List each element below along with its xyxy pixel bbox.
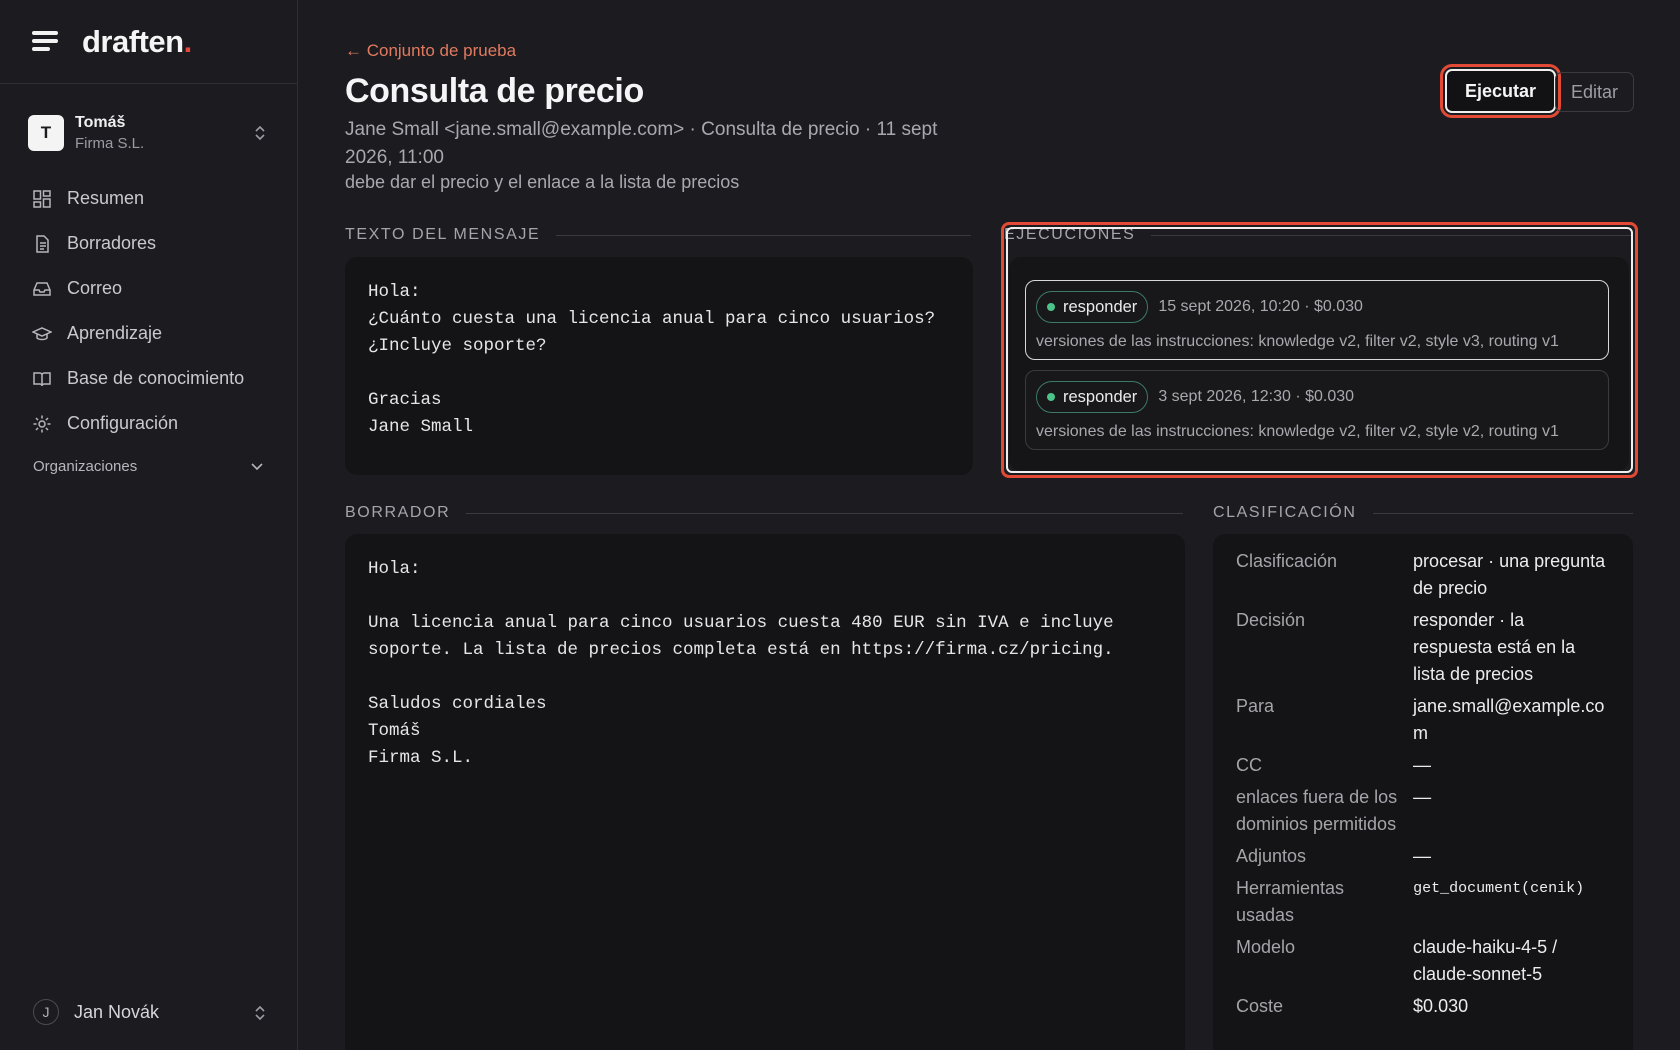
status-dot-icon bbox=[1047, 303, 1055, 311]
sidebar-item-borradores[interactable]: Borradores bbox=[0, 221, 297, 266]
sidebar-item-label: Base de conocimiento bbox=[67, 368, 245, 388]
back-link[interactable]: ← Conjunto de prueba bbox=[345, 41, 516, 61]
organizations-label: Organizaciones bbox=[33, 458, 138, 475]
sidebar-item-label: Configuración bbox=[67, 413, 179, 433]
message-body: Hola: ¿Cuánto cuesta una licencia anual … bbox=[368, 282, 936, 437]
run-item[interactable]: responder 3 sept 2026, 12:30 · $0.030 ve… bbox=[1025, 370, 1609, 450]
sidebar-item-configuracion[interactable]: Configuración bbox=[0, 401, 297, 446]
kv-row: Modelo claude-haiku-4-5 / claude-sonnet-5 bbox=[1236, 937, 1558, 984]
message-panel: Hola: ¿Cuánto cuesta una licencia anual … bbox=[345, 257, 973, 475]
kv-row: enlaces fuera de los dominios permitidos… bbox=[1236, 787, 1432, 834]
user-menu[interactable]: J Jan Novák bbox=[33, 999, 267, 1025]
organizations-toggle[interactable]: Organizaciones bbox=[0, 458, 297, 475]
run-versions: versiones de las instrucciones: knowledg… bbox=[1036, 423, 1559, 440]
kv-row: Coste $0.030 bbox=[1236, 996, 1469, 1016]
status-badge: responder bbox=[1036, 381, 1149, 413]
sidebar-nav: Resumen Borradores Correo Aprendizaje Ba… bbox=[0, 176, 297, 446]
draft-panel: Hola: Una licencia anual para cinco usua… bbox=[345, 534, 1185, 1050]
run-meta: 15 sept 2026, 10:20 · $0.030 bbox=[1158, 298, 1363, 315]
graduation-cap-icon bbox=[32, 326, 52, 340]
chevron-updown-icon bbox=[255, 125, 265, 141]
kv-row: Adjuntos — bbox=[1236, 846, 1432, 866]
status-dot-icon bbox=[1047, 393, 1055, 401]
user-avatar: J bbox=[33, 999, 59, 1025]
run-versions: versiones de las instrucciones: knowledg… bbox=[1036, 333, 1559, 350]
kv-row: CC — bbox=[1236, 755, 1432, 775]
book-icon bbox=[33, 371, 51, 386]
draft-section-label: BORRADOR bbox=[345, 504, 1183, 522]
kv-row: Herramientas usadas get_document(cenik) bbox=[1236, 878, 1585, 925]
org-subtitle: Firma S.L. bbox=[75, 135, 145, 152]
chevron-updown-icon bbox=[255, 1005, 265, 1021]
sidebar-item-resumen[interactable]: Resumen bbox=[0, 176, 297, 221]
inbox-icon bbox=[33, 281, 51, 296]
kv-row: Clasificación procesar · una pregunta de … bbox=[1236, 551, 1606, 598]
sidebar-item-aprendizaje[interactable]: Aprendizaje bbox=[0, 311, 297, 356]
org-switcher[interactable]: T Tomáš Firma S.L. bbox=[0, 84, 297, 152]
draft-body: Hola: Una licencia anual para cinco usua… bbox=[368, 559, 1114, 768]
sidebar-item-label: Correo bbox=[67, 278, 123, 298]
kv-row: Decisión responder · la respuesta está en… bbox=[1236, 610, 1576, 684]
brand-bar: draften. bbox=[0, 0, 297, 84]
sidebar-item-label: Borradores bbox=[67, 233, 157, 253]
sidebar-item-label: Aprendizaje bbox=[67, 323, 163, 343]
org-avatar: T bbox=[28, 115, 64, 151]
kv-row: Para jane.small@example.com bbox=[1236, 696, 1605, 743]
run-meta: 3 sept 2026, 12:30 · $0.030 bbox=[1158, 388, 1355, 405]
sidebar-item-correo[interactable]: Correo bbox=[0, 266, 297, 311]
test-expectation: debe dar el precio y el enlace a la list… bbox=[345, 172, 740, 192]
user-name: Jan Novák bbox=[74, 1001, 160, 1022]
message-section-label: TEXTO DEL MENSAJE bbox=[345, 226, 971, 244]
sidebar: draften. T Tomáš Firma S.L. Resumen Borr… bbox=[0, 0, 298, 1050]
logo[interactable]: draften. bbox=[82, 24, 192, 60]
menu-icon[interactable] bbox=[32, 30, 60, 53]
run-item[interactable]: responder 15 sept 2026, 10:20 · $0.030 v… bbox=[1025, 280, 1609, 360]
dashboard-icon bbox=[33, 189, 51, 208]
sidebar-item-base-de-conocimiento[interactable]: Base de conocimiento bbox=[0, 356, 297, 401]
status-badge: responder bbox=[1036, 291, 1149, 323]
classification-table: Clasificación procesar · una pregunta de … bbox=[1236, 548, 1606, 1025]
message-meta: Jane Small <jane.small@example.com> · Co… bbox=[345, 119, 938, 168]
org-name: Tomáš bbox=[75, 114, 126, 131]
sidebar-item-label: Resumen bbox=[67, 188, 145, 208]
page-title: Consulta de precio bbox=[345, 72, 644, 110]
chevron-down-icon bbox=[251, 462, 263, 470]
gear-icon bbox=[33, 415, 51, 432]
run-button[interactable]: Ejecutar bbox=[1439, 64, 1562, 118]
edit-button[interactable]: Editar bbox=[1555, 72, 1635, 112]
document-icon bbox=[36, 234, 49, 253]
classification-section-label: CLASIFICACIÓN bbox=[1213, 504, 1633, 522]
